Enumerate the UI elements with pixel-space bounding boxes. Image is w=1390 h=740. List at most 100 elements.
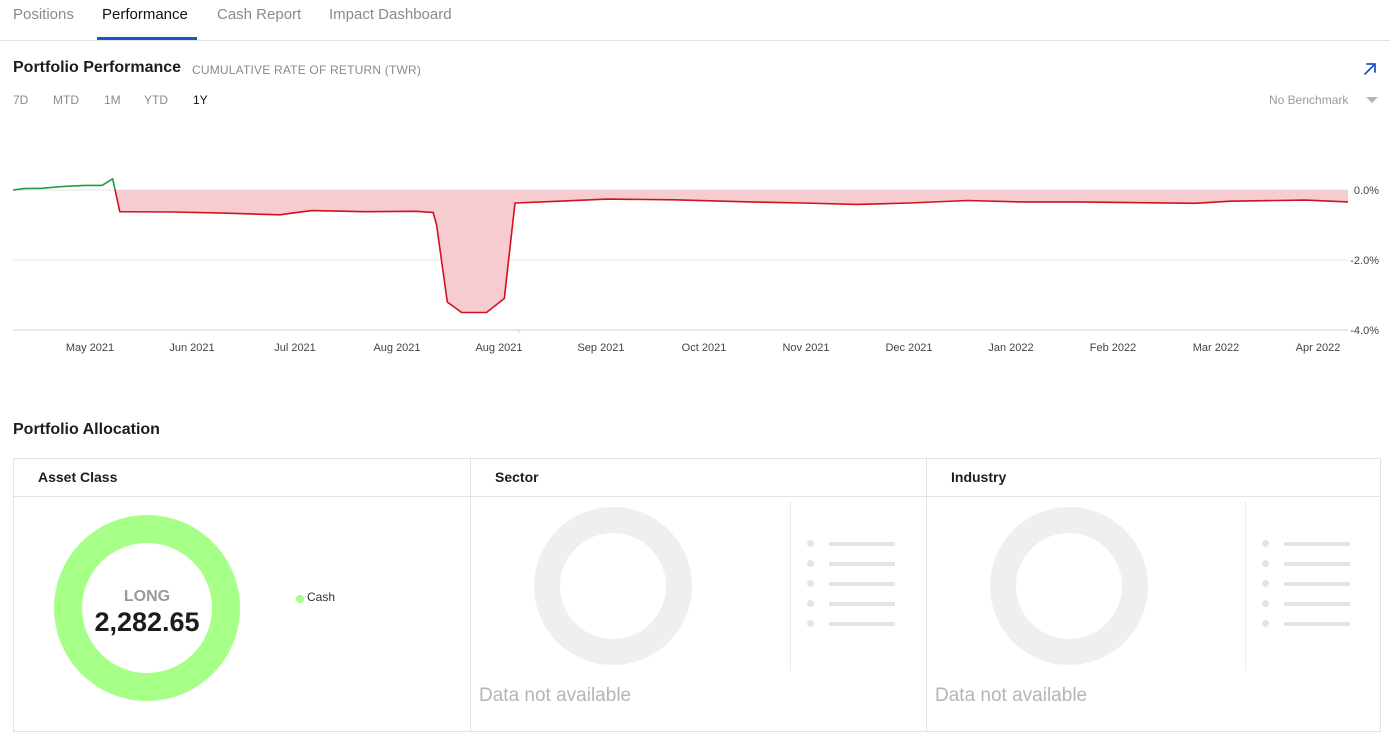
range-mtd[interactable]: MTD bbox=[53, 93, 79, 107]
positive-line bbox=[12, 178, 116, 191]
range-7d[interactable]: 7D bbox=[13, 93, 28, 107]
data-point bbox=[673, 198, 677, 202]
data-point bbox=[1075, 200, 1079, 204]
divider bbox=[790, 501, 791, 671]
x-tick-label: Jan 2022 bbox=[988, 342, 1033, 354]
tab-performance[interactable]: Performance bbox=[102, 6, 188, 23]
x-tick-label: Jul 2021 bbox=[274, 342, 316, 354]
tab-positions[interactable]: Positions bbox=[13, 6, 74, 23]
tab-cash-report[interactable]: Cash Report bbox=[217, 6, 301, 23]
data-point bbox=[801, 201, 805, 205]
data-point bbox=[61, 185, 65, 189]
data-point bbox=[413, 209, 417, 213]
placeholder-donut bbox=[990, 507, 1148, 665]
sector-panel: Sector Data not available bbox=[470, 459, 926, 731]
placeholder-legend bbox=[1262, 459, 1362, 731]
data-point bbox=[11, 188, 15, 192]
tab-impact-dashboard[interactable]: Impact Dashboard bbox=[329, 6, 452, 23]
range-1m[interactable]: 1M bbox=[104, 93, 121, 107]
placeholder-dot bbox=[807, 560, 814, 567]
range-1y[interactable]: 1Y bbox=[193, 93, 208, 107]
y-tick-label: 0.0% bbox=[1354, 185, 1379, 197]
data-point bbox=[908, 201, 912, 205]
data-point bbox=[171, 210, 175, 214]
arrow-up-right-icon[interactable] bbox=[1361, 60, 1379, 78]
placeholder-dot bbox=[1262, 540, 1269, 547]
data-point bbox=[965, 199, 969, 203]
y-tick-label: -4.0% bbox=[1350, 325, 1379, 337]
x-tick-label: Oct 2021 bbox=[682, 342, 727, 354]
placeholder-dot bbox=[1262, 560, 1269, 567]
empty-state-text: Data not available bbox=[479, 685, 632, 706]
data-point bbox=[855, 202, 859, 206]
placeholder-dot bbox=[1262, 580, 1269, 587]
x-tick-label: Apr 2022 bbox=[1296, 342, 1341, 354]
data-point bbox=[1346, 200, 1350, 204]
data-point bbox=[1129, 201, 1133, 205]
donut-center-label: LONG bbox=[123, 588, 171, 605]
performance-title: Portfolio Performance bbox=[13, 59, 182, 76]
x-tick-label: Nov 2021 bbox=[782, 342, 829, 354]
allocation-panels: Asset Class LONG 2,282.65 Cash Sector Da… bbox=[13, 458, 1381, 732]
divider bbox=[1245, 501, 1246, 671]
placeholder-donut bbox=[534, 507, 692, 665]
data-point bbox=[1019, 200, 1023, 204]
placeholder-line bbox=[829, 542, 895, 546]
placeholder-dot bbox=[807, 620, 814, 627]
active-tab-indicator bbox=[97, 37, 197, 40]
placeholder-line bbox=[829, 622, 895, 626]
placeholder-line bbox=[829, 602, 895, 606]
placeholder-line bbox=[1284, 542, 1350, 546]
x-tick-label: Aug 2021 bbox=[373, 342, 420, 354]
placeholder-line bbox=[1284, 582, 1350, 586]
x-tick-label: Jun 2021 bbox=[169, 342, 214, 354]
data-point bbox=[502, 297, 506, 301]
data-point bbox=[431, 210, 435, 214]
placeholder-line bbox=[1284, 602, 1350, 606]
donut-center-value: 2,282.65 bbox=[94, 607, 200, 637]
placeholder-dot bbox=[1262, 600, 1269, 607]
data-point bbox=[310, 209, 314, 213]
data-point bbox=[118, 210, 122, 214]
x-tick-label: Aug 2021 bbox=[475, 342, 522, 354]
data-point bbox=[292, 211, 296, 215]
tab-bar: Positions Performance Cash Report Impact… bbox=[0, 0, 1390, 41]
x-tick-label: Mar 2022 bbox=[1193, 342, 1239, 354]
panel-title: Industry bbox=[951, 469, 1007, 485]
x-tick-label: May 2021 bbox=[66, 342, 114, 354]
data-point bbox=[221, 211, 225, 215]
panel-header: Asset Class bbox=[14, 459, 470, 497]
data-point bbox=[549, 200, 553, 204]
placeholder-legend bbox=[807, 459, 907, 731]
y-tick-label: -2.0% bbox=[1350, 255, 1379, 267]
placeholder-dot bbox=[807, 540, 814, 547]
placeholder-dot bbox=[1262, 620, 1269, 627]
data-point bbox=[435, 223, 439, 227]
performance-chart: 0.0% -2.0% -4.0% May 2021 Jun 2021 Jul 2021 Au… bbox=[11, 177, 1379, 354]
performance-subtitle: CUMULATIVE RATE OF RETURN (TWR) bbox=[192, 63, 422, 77]
placeholder-dot bbox=[807, 600, 814, 607]
placeholder-line bbox=[1284, 622, 1350, 626]
legend-item-cash[interactable]: Cash bbox=[307, 590, 335, 604]
data-point bbox=[445, 300, 449, 304]
data-point bbox=[513, 201, 517, 205]
benchmark-select[interactable]: No Benchmark bbox=[1269, 93, 1348, 107]
empty-state-text: Data not available bbox=[935, 685, 1088, 706]
data-point bbox=[82, 183, 86, 187]
data-point bbox=[363, 210, 367, 214]
asset-class-panel: Asset Class LONG 2,282.65 Cash bbox=[14, 459, 470, 731]
data-point bbox=[1303, 198, 1307, 202]
placeholder-line bbox=[829, 562, 895, 566]
range-ytd[interactable]: YTD bbox=[144, 93, 168, 107]
chevron-down-icon[interactable] bbox=[1366, 97, 1378, 103]
x-tick-label: Feb 2022 bbox=[1090, 342, 1136, 354]
data-point bbox=[460, 311, 464, 315]
data-point bbox=[1193, 201, 1197, 205]
data-point bbox=[278, 213, 282, 217]
placeholder-line bbox=[1284, 562, 1350, 566]
placeholder-dot bbox=[807, 580, 814, 587]
x-tick-label: Dec 2021 bbox=[885, 342, 932, 354]
data-point bbox=[748, 200, 752, 204]
data-point bbox=[111, 177, 115, 181]
allocation-title: Portfolio Allocation bbox=[13, 421, 160, 438]
